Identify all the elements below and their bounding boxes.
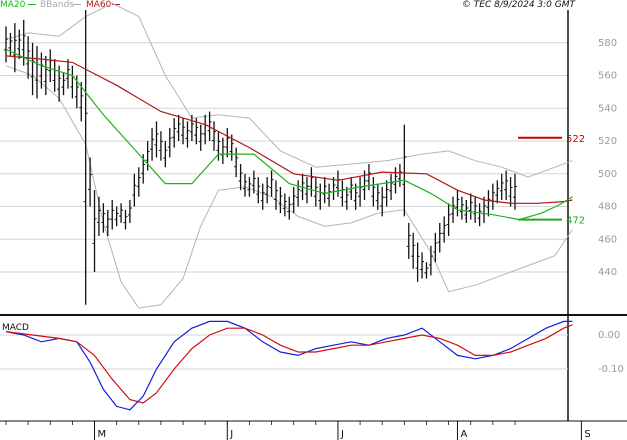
time-axis-label: M (98, 429, 107, 440)
time-axis-label: J (340, 429, 344, 440)
macd-tick-label: 0.00 (598, 330, 620, 341)
time-axis-label: J (229, 429, 233, 440)
stock-chart: MA20 BBands MA60 © TEC 8/9/2024 3:0 GMT … (0, 0, 627, 440)
level-marker-label: 472 (566, 216, 585, 227)
price-tick-label: 440 (598, 267, 617, 278)
price-tick-label: 500 (598, 169, 617, 180)
ma60-line (5, 55, 573, 204)
price-tick-label: 480 (598, 202, 617, 213)
ma20-line (5, 48, 573, 221)
price-tick-label: 580 (598, 38, 617, 49)
price-tick-label: 520 (598, 136, 617, 147)
time-axis-label: S (584, 429, 590, 440)
price-tick-label: 540 (598, 103, 617, 114)
time-axis-label: A (460, 429, 467, 440)
macd-tick-label: -0.10 (598, 364, 624, 375)
price-tick-label: 560 (598, 71, 617, 82)
price-tick-label: 460 (598, 234, 617, 245)
chart-canvas: 580560540520500480460440522472MACD0.00-0… (0, 2, 627, 440)
level-marker-label: 522 (566, 134, 585, 145)
bbands-upper-line (5, 2, 573, 178)
